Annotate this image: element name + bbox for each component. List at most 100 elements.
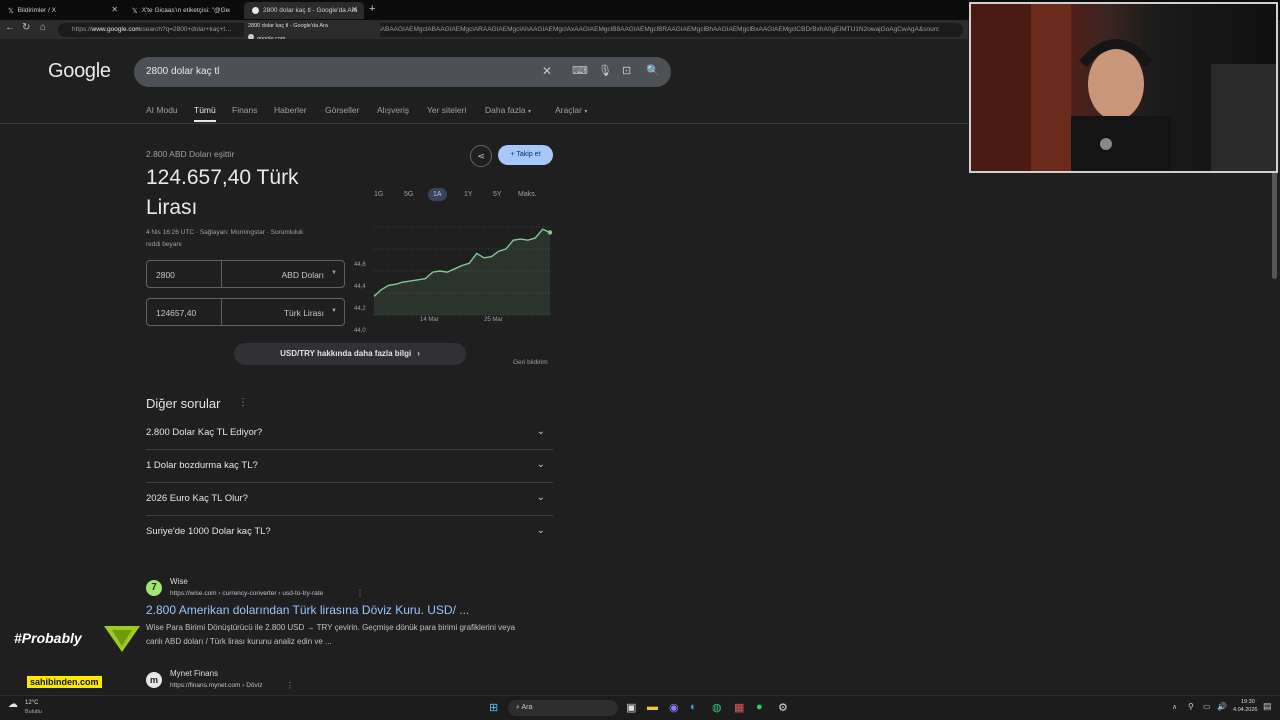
close-tab-icon[interactable]: ✕ (111, 5, 118, 14)
from-currency-select[interactable]: ABD Doları (281, 270, 324, 280)
url-tail: KgclABAAGIAEMgclABAAGIAEMgclARAAGIAEMgcl… (368, 26, 940, 33)
x-tick-label: 25 Mar (484, 317, 503, 323)
discord-icon[interactable]: ◉ (669, 701, 679, 714)
range-1m[interactable]: 1A (428, 188, 447, 201)
tab-all[interactable]: Tümü (194, 105, 216, 122)
field-separator (221, 299, 222, 325)
tab-finance[interactable]: Finans (232, 105, 258, 115)
tab-images[interactable]: Görseller (325, 105, 359, 115)
tab-gicaas[interactable]: 𝕏 X'te Gicaas'ın etiketçisi: "@Gergin… (124, 2, 244, 19)
result-title-link[interactable]: 2.800 Amerikan dolarından Türk lirasına … (146, 603, 469, 617)
from-amount-input[interactable]: 2800 (156, 270, 175, 280)
caret-down-icon: ▾ (584, 109, 588, 115)
chevron-down-icon: ⌄ (536, 492, 545, 503)
new-tab-button[interactable]: + (369, 3, 375, 15)
reload-icon[interactable]: ↻ (22, 22, 30, 33)
source-meta-line2[interactable]: reddi beyanı (146, 241, 182, 248)
tab-google-search[interactable]: 2800 dolar kaç tl - Google'da Ara ✕ (244, 2, 364, 19)
result-url: https://wise.com › currency-converter › … (170, 590, 324, 597)
result-snippet-line1: Wise Para Birimi Dönüştürücü ile 2.800 U… (146, 623, 516, 632)
source-meta-line1: 4 Nis 16:26 UTC · Sağlayan: Morningstar … (146, 229, 304, 236)
range-1d[interactable]: 1G (374, 191, 383, 198)
follow-button[interactable]: + Takip et (498, 145, 553, 165)
tab-more[interactable]: Daha fazla ▾ (485, 105, 531, 115)
network-icon[interactable]: ▭ (1203, 702, 1211, 711)
range-5d[interactable]: 5G (404, 191, 413, 198)
clock-date[interactable]: 4.04.2026 (1233, 707, 1257, 713)
question-text: 2026 Euro Kaç TL Olur? (146, 493, 248, 504)
more-options-icon[interactable]: ⋮ (286, 681, 294, 690)
range-1y[interactable]: 1Y (464, 191, 473, 198)
search-icon[interactable]: 🔍 (646, 64, 660, 77)
feedback-link[interactable]: Geri bildirim (513, 359, 548, 366)
x-logo-icon: 𝕏 (8, 7, 14, 15)
notifications-icon[interactable]: ▤ (1263, 701, 1272, 712)
more-options-icon[interactable]: ⋮ (356, 589, 364, 598)
more-options-icon[interactable]: ⋮ (238, 397, 248, 408)
file-explorer-icon[interactable]: ▬ (647, 701, 658, 713)
back-icon[interactable]: ← (5, 22, 15, 33)
taskbar-search[interactable]: ⌕ Ara (508, 700, 618, 716)
weather-icon: ☁ (8, 699, 18, 710)
usb-icon[interactable]: ⚲ (1188, 702, 1194, 711)
url-field[interactable]: https://www.google.com/search?q=2800+dol… (58, 23, 963, 37)
tab-ai-mode[interactable]: AI Modu (146, 105, 178, 115)
url-prefix: https:// (72, 26, 92, 33)
google-logo[interactable]: Google (48, 60, 111, 83)
edge-icon[interactable]: ◐ (690, 701, 697, 713)
tab-news[interactable]: Haberler (274, 105, 307, 115)
tab-places[interactable]: Yer siteleri (427, 105, 466, 115)
tab-tools[interactable]: Araçlar ▾ (555, 105, 587, 115)
range-max[interactable]: Maks. (518, 191, 537, 198)
home-icon[interactable]: ⌂ (40, 22, 46, 33)
usd-try-chart (373, 226, 553, 316)
chat-icon[interactable]: ◍ (712, 701, 722, 714)
conversion-result-line2: Lirası (146, 196, 198, 219)
more-info-button[interactable]: USD/TRY hakkında daha fazla bilgi › (234, 343, 466, 365)
close-tab-icon[interactable]: ✕ (351, 5, 358, 14)
keyboard-icon[interactable]: ⌨ (572, 64, 588, 77)
microphone-icon[interactable]: 🎙 (598, 64, 612, 77)
search-input[interactable]: 2800 dolar kaç tl (146, 66, 219, 77)
tray-expand-icon[interactable]: ∧ (1172, 703, 1177, 711)
volume-icon[interactable]: 🔊 (1217, 702, 1227, 711)
to-amount-input[interactable]: 124657,40 (156, 308, 196, 318)
to-currency-select[interactable]: Türk Lirası (284, 308, 324, 318)
chevron-down-icon: ⌄ (536, 459, 545, 470)
tab-shopping[interactable]: Alışveriş (377, 105, 409, 115)
nav-divider (0, 123, 968, 124)
range-5y[interactable]: 5Y (493, 191, 502, 198)
to-currency-field[interactable]: 124657,40 Türk Lirası ▼ (146, 298, 345, 326)
chevron-down-icon: ⌄ (536, 525, 545, 536)
streamer-webcam-image (971, 4, 1276, 171)
result-url: https://finans.mynet.com › Döviz (170, 682, 263, 689)
tab-label: 2800 dolar kaç tl - Google'da Ara (263, 7, 358, 14)
clock-time[interactable]: 19:30 (1241, 699, 1255, 705)
probably-overlay-text: #Probably (14, 630, 82, 646)
from-currency-field[interactable]: 2800 ABD Doları ▼ (146, 260, 345, 288)
spotify-icon[interactable]: ● (756, 701, 763, 713)
search-box[interactable]: 2800 dolar kaç tl ✕ ⌨ 🎙 ⊡ 🔍 (134, 57, 671, 87)
url-path: /search?q=2800+dolar+kaç+t… (140, 26, 232, 33)
clear-search-icon[interactable]: ✕ (542, 64, 552, 78)
settings-icon[interactable]: ⚙ (778, 701, 788, 714)
weather-description: Bulutlu (25, 709, 42, 715)
question-row[interactable]: 2.800 Dolar Kaç TL Ediyor? ⌄ (146, 417, 553, 450)
y-tick-label: 44,0 (354, 328, 366, 334)
mynet-favicon-icon: m (146, 672, 162, 688)
weather-temperature[interactable]: 12°C (25, 700, 38, 706)
follow-label: Takip et (516, 151, 541, 158)
question-row[interactable]: Suriye'de 1000 Dolar kaç TL? ⌄ (146, 516, 553, 549)
question-row[interactable]: 2026 Euro Kaç TL Olur? ⌄ (146, 483, 553, 516)
chevron-down-icon: ⌄ (536, 426, 545, 437)
task-view-icon[interactable]: ▣ (626, 701, 636, 714)
share-icon[interactable]: ⋖ (470, 145, 492, 167)
sahibinden-logo: sahibinden.com (27, 676, 102, 688)
more-info-label: USD/TRY hakkında daha fazla bilgi (280, 349, 412, 358)
question-row[interactable]: 1 Dolar bozdurma kaç TL? ⌄ (146, 450, 553, 483)
calendar-icon[interactable]: ▦ (734, 701, 744, 714)
tab-bildirimler[interactable]: 𝕏 Bildirimler / X ✕ (0, 2, 124, 19)
y-tick-label: 44,2 (354, 306, 366, 312)
lens-icon[interactable]: ⊡ (622, 64, 631, 77)
windows-start-icon[interactable]: ⊞ (489, 701, 498, 714)
